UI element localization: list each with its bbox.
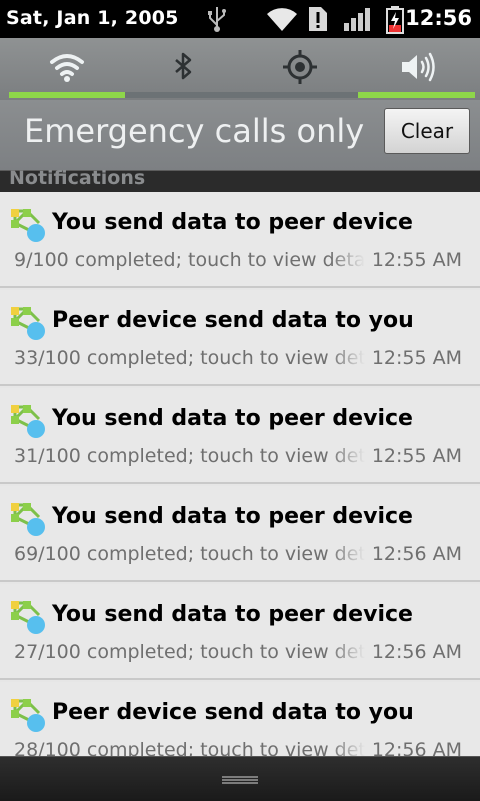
battery-charging-icon — [384, 5, 406, 39]
notification-title: You send data to peer device — [52, 210, 413, 235]
notification-detail: 27/100 completed; touch to view details — [14, 641, 365, 663]
notifications-header: Notifications — [0, 167, 480, 193]
notification-title: You send data to peer device — [52, 602, 413, 627]
wifi-indicator — [9, 92, 125, 98]
bluetooth-toggle[interactable] — [163, 50, 203, 84]
notification-item[interactable]: You send data to peer device 31/100 comp… — [0, 388, 480, 484]
notification-item[interactable]: You send data to peer device 27/100 comp… — [0, 584, 480, 680]
status-date: Sat, Jan 1, 2005 — [6, 7, 179, 29]
notification-detail: 33/100 completed; touch to view details — [14, 347, 365, 369]
bluetooth-icon — [175, 52, 192, 80]
gps-icon — [283, 50, 317, 84]
speaker-icon — [402, 52, 435, 82]
wifi-icon — [266, 5, 298, 37]
notification-time: 12:56 AM — [371, 641, 462, 663]
notification-item[interactable]: Peer device send data to you 28/100 comp… — [0, 682, 480, 756]
usb-icon — [206, 5, 228, 37]
notification-time: 12:55 AM — [371, 445, 462, 467]
data-transfer-icon — [10, 306, 46, 342]
gps-toggle[interactable] — [280, 50, 320, 84]
alert-icon — [306, 5, 330, 37]
grip-icon — [222, 776, 258, 784]
notification-time: 12:56 AM — [371, 739, 462, 756]
shade-drag-handle[interactable] — [0, 756, 480, 801]
notification-item[interactable]: You send data to peer device 69/100 comp… — [0, 486, 480, 582]
data-transfer-icon — [10, 600, 46, 636]
wifi-toggle[interactable] — [47, 50, 87, 84]
data-transfer-icon — [10, 404, 46, 440]
quick-settings — [0, 38, 480, 100]
wifi-icon — [50, 54, 84, 82]
notification-title: You send data to peer device — [52, 504, 413, 529]
signal-icon — [342, 5, 372, 37]
notification-detail: 28/100 completed; touch to view details — [14, 739, 365, 756]
notification-detail: 31/100 completed; touch to view details — [14, 445, 365, 467]
notification-time: 12:55 AM — [371, 347, 462, 369]
data-transfer-icon — [10, 502, 46, 538]
sound-indicator — [358, 92, 475, 98]
sound-toggle[interactable] — [398, 50, 438, 84]
notification-title: Peer device send data to you — [52, 308, 414, 333]
data-transfer-icon — [10, 698, 46, 734]
notification-detail: 9/100 completed; touch to view details — [14, 249, 365, 271]
notification-detail: 69/100 completed; touch to view details — [14, 543, 365, 565]
carrier-label: Emergency calls only — [24, 112, 365, 150]
notification-item[interactable]: You send data to peer device 9/100 compl… — [0, 192, 480, 288]
clear-button[interactable]: Clear — [384, 108, 470, 154]
status-time: 12:56 — [405, 6, 472, 30]
notification-item[interactable]: Peer device send data to you 33/100 comp… — [0, 290, 480, 386]
notification-title: Peer device send data to you — [52, 700, 414, 725]
data-transfer-icon — [10, 208, 46, 244]
notification-title: You send data to peer device — [52, 406, 413, 431]
notification-time: 12:55 AM — [371, 249, 462, 271]
notification-time: 12:56 AM — [371, 543, 462, 565]
carrier-bar: Emergency calls only Clear — [0, 100, 480, 170]
notifications-header-label: Notifications — [9, 167, 146, 189]
status-bar: Sat, Jan 1, 2005 12:56 — [0, 0, 480, 38]
notification-list[interactable]: You send data to peer device 9/100 compl… — [0, 192, 480, 756]
